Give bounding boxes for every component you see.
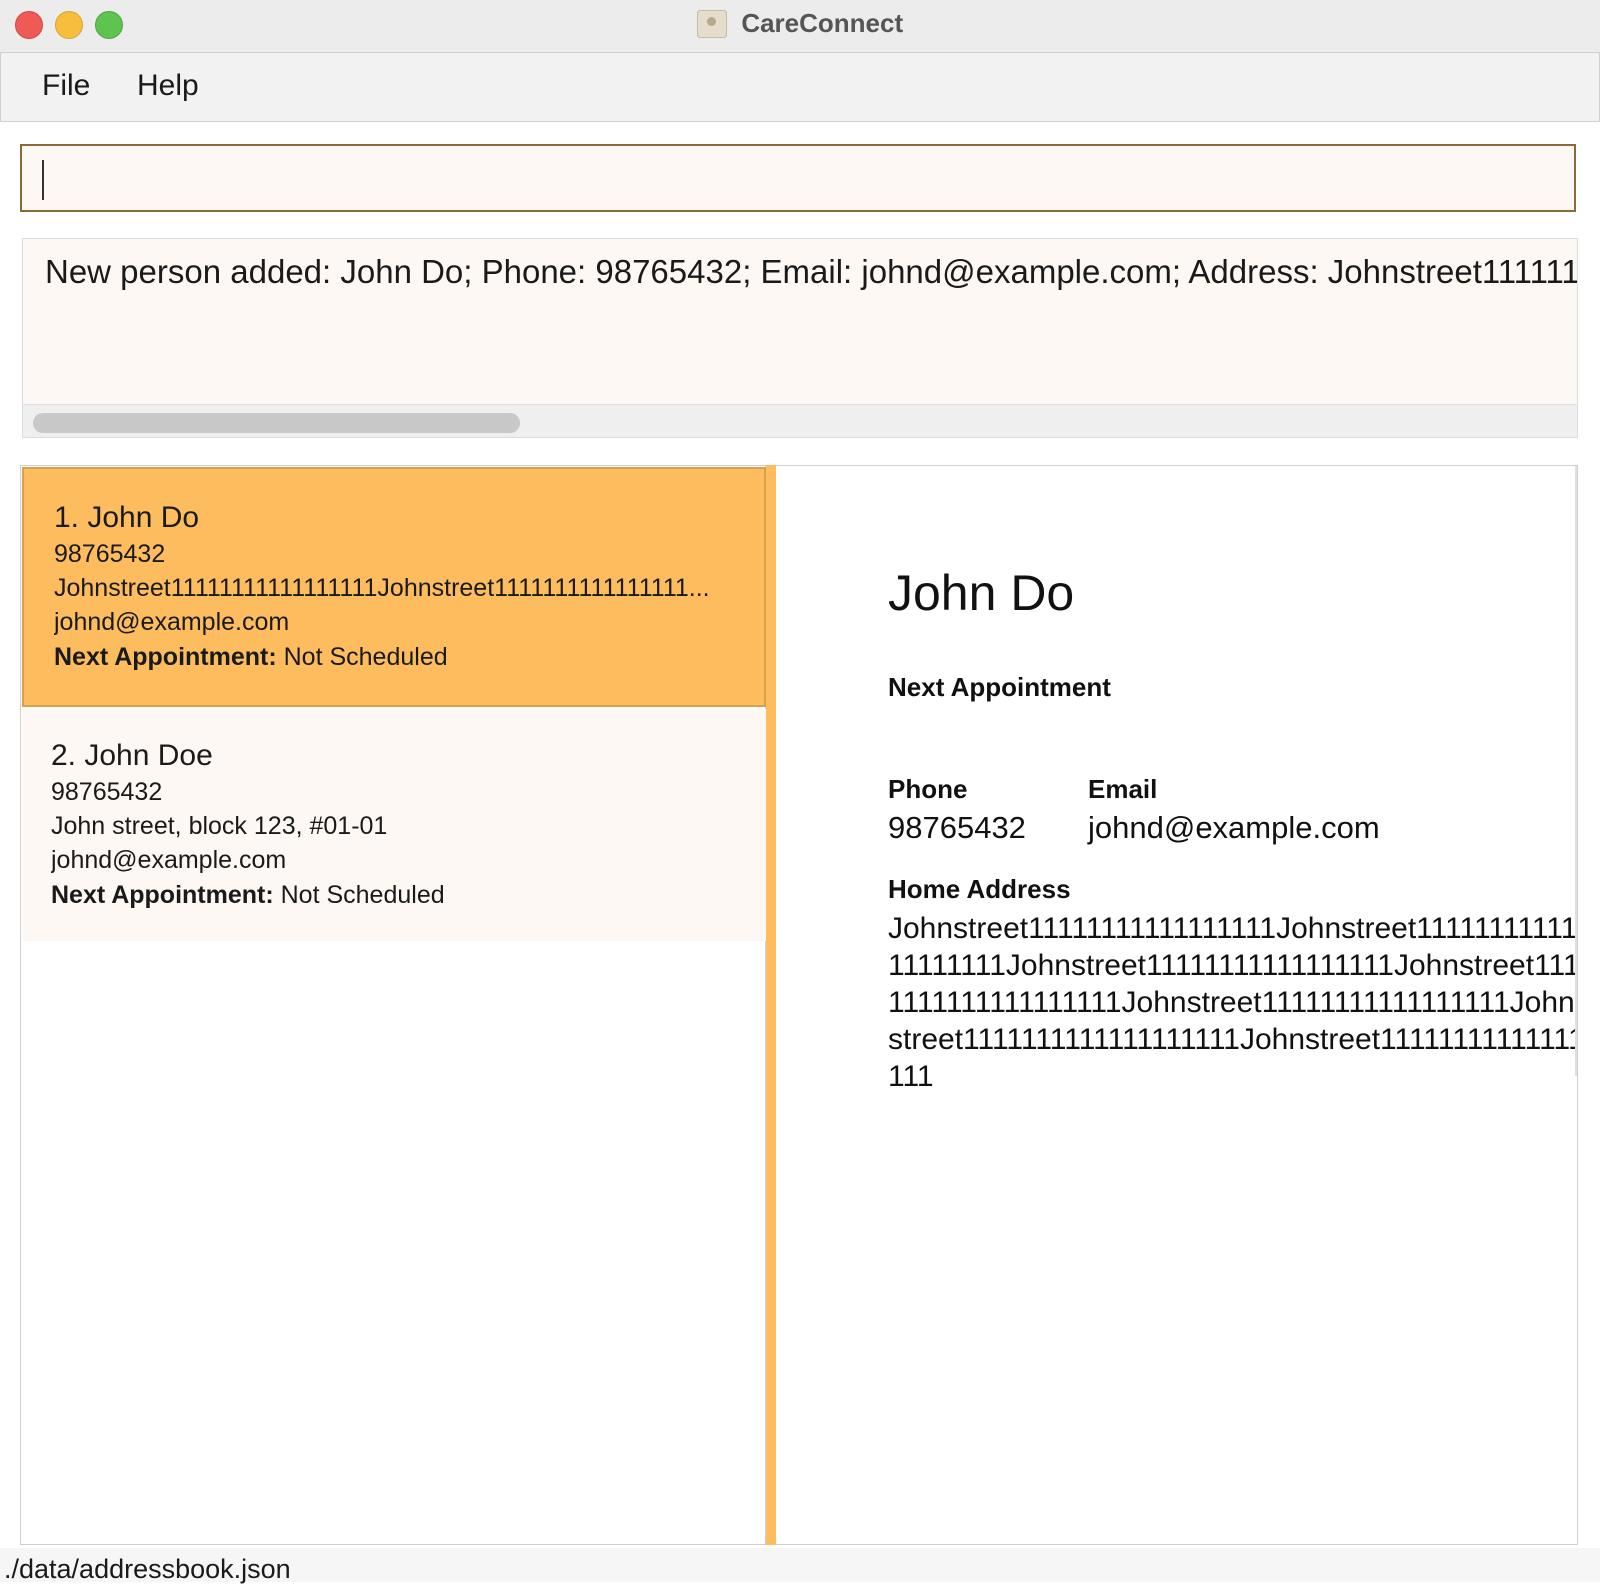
menu-help[interactable]: Help — [137, 69, 199, 103]
person-list[interactable]: 1. John Do 98765432 Johnstreet1111111111… — [20, 465, 766, 1545]
detail-email-label: Email — [1088, 774, 1158, 804]
title-bar: CareConnect — [0, 0, 1600, 53]
window-title-area: CareConnect — [0, 8, 1600, 39]
appointment-value: Not Scheduled — [280, 881, 445, 909]
status-bar: ./data/addressbook.json — [0, 1548, 1600, 1584]
appointment-label: Next Appointment: — [54, 643, 277, 671]
result-horizontal-scrollbar[interactable] — [23, 404, 1577, 437]
window-title: CareConnect — [741, 8, 904, 38]
detail-appointment-heading: Next Appointment — [888, 672, 1111, 702]
appointment-label: Next Appointment: — [51, 881, 274, 909]
detail-phone-label: Phone — [888, 774, 968, 804]
detail-scrollbar[interactable] — [1575, 466, 1577, 1076]
save-location: ./data/addressbook.json — [4, 1554, 291, 1584]
person-detail-panel: John Do Next Appointment Phone Email 987… — [776, 465, 1578, 1545]
menu-file[interactable]: File — [42, 69, 90, 103]
person-address: Johnstreet11111111111111111Johnstreet111… — [54, 574, 710, 602]
command-input[interactable] — [40, 158, 1544, 202]
person-phone: 98765432 — [51, 778, 163, 806]
command-box[interactable] — [20, 144, 1576, 212]
person-phone: 98765432 — [54, 540, 166, 568]
detail-address-value: Johnstreet11111111111111111Johnstreet111… — [888, 912, 1578, 1093]
detail-name: John Do — [888, 565, 1075, 621]
person-card-2[interactable]: 2. John Doe 98765432 John street, block … — [22, 709, 766, 941]
person-email: johnd@example.com — [54, 608, 290, 636]
person-email: johnd@example.com — [51, 846, 287, 874]
detail-phone-value: 98765432 — [888, 810, 1026, 845]
detail-email-value: johnd@example.com — [1088, 810, 1380, 845]
appointment-value: Not Scheduled — [283, 643, 448, 671]
text-caret — [42, 160, 44, 200]
result-message: New person added: John Do; Phone: 987654… — [45, 253, 1578, 290]
detail-address-label: Home Address — [888, 874, 1071, 904]
menu-bar: File Help — [0, 53, 1600, 122]
split-pane-divider[interactable] — [766, 465, 776, 1545]
person-card-1[interactable]: 1. John Do 98765432 Johnstreet1111111111… — [22, 467, 766, 707]
person-appointment: Next Appointment: Not Scheduled — [51, 881, 736, 910]
result-display[interactable]: New person added: John Do; Phone: 987654… — [22, 238, 1578, 438]
app-icon — [696, 9, 727, 38]
person-name: 2. John Doe — [51, 739, 213, 772]
person-appointment: Next Appointment: Not Scheduled — [54, 643, 734, 672]
person-address: John street, block 123, #01-01 — [51, 812, 388, 840]
result-scrollbar-thumb[interactable] — [33, 413, 520, 433]
person-name: 1. John Do — [54, 501, 200, 534]
